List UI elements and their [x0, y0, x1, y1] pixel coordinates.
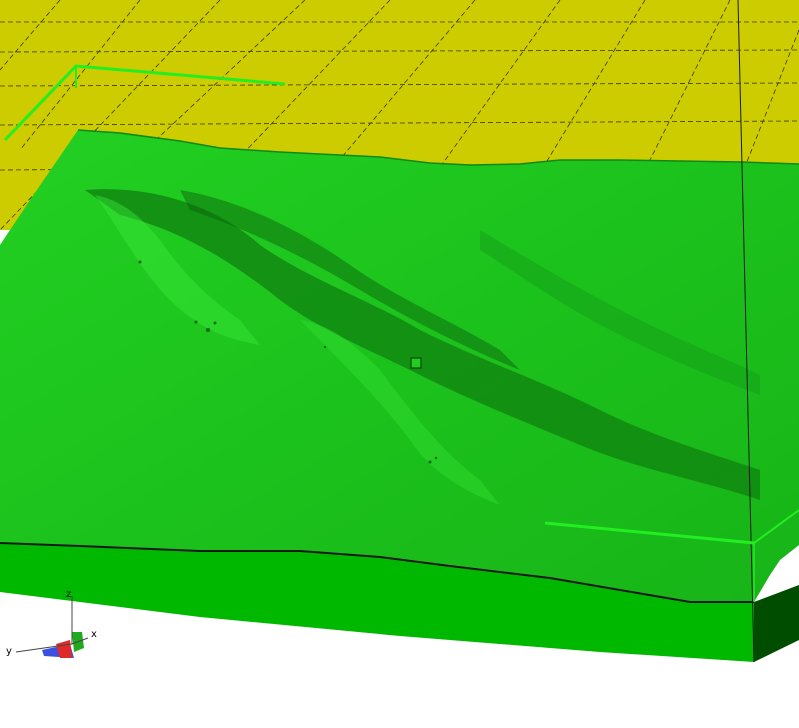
- pivot-marker[interactable]: [410, 357, 422, 369]
- 3d-viewport[interactable]: z x y: [0, 0, 799, 728]
- axis-x-label: x: [91, 629, 97, 640]
- terrain-right-face: [754, 585, 799, 662]
- axis-y-label: y: [6, 646, 12, 657]
- axis-z-label: z: [66, 589, 71, 600]
- terrain-scene[interactable]: [0, 0, 799, 728]
- axis-triad[interactable]: z x y: [0, 586, 110, 666]
